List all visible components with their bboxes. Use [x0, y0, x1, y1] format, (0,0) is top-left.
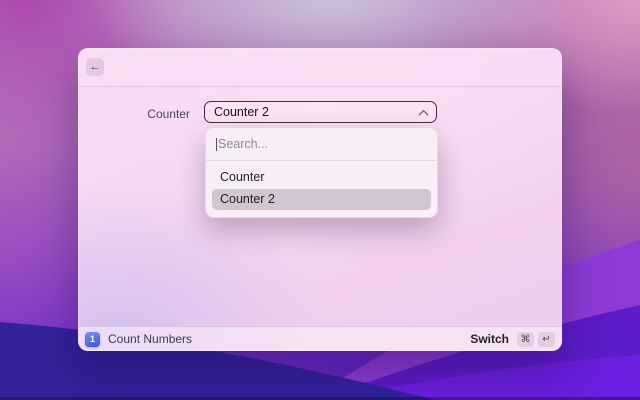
counter-select-value: Counter 2	[214, 105, 269, 119]
dropdown-search-row	[206, 128, 437, 161]
chevron-up-icon	[418, 109, 429, 120]
window-header: ←	[78, 48, 562, 87]
counter-dropdown-menu: Counter Counter 2	[205, 127, 438, 218]
command-key-icon: ⌘	[517, 331, 534, 347]
text-caret	[216, 137, 217, 151]
return-key-icon: ↵	[538, 331, 555, 347]
command-title: Count Numbers	[108, 332, 193, 346]
app-icon-number: 1	[89, 334, 95, 344]
switch-action-button[interactable]: Switch ⌘ ↵	[470, 331, 555, 347]
dropdown-options-list: Counter Counter 2	[206, 161, 437, 210]
counter-select[interactable]: Counter 2	[204, 101, 437, 123]
count-numbers-app-icon: 1	[85, 331, 100, 347]
dropdown-option-counter-2[interactable]: Counter 2	[212, 189, 431, 210]
switch-action-label: Switch	[470, 332, 509, 346]
dropdown-search-input[interactable]	[218, 128, 427, 160]
footer-action-bar: 1 Count Numbers Switch ⌘ ↵	[78, 326, 562, 351]
app-window: ← Counter Counter 2 Counter Counter 2 1 …	[78, 48, 562, 351]
dropdown-option-counter[interactable]: Counter	[212, 167, 431, 188]
back-arrow-icon: ←	[89, 61, 101, 73]
back-button[interactable]: ←	[86, 58, 104, 76]
counter-field-label: Counter	[147, 107, 190, 121]
